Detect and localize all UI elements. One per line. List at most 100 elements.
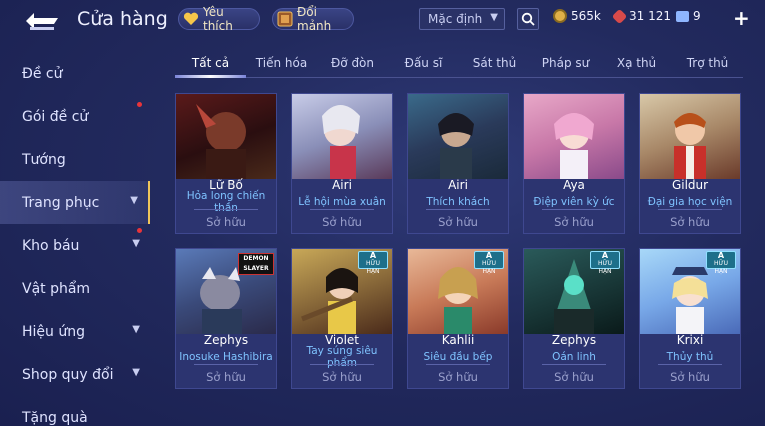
sidebar-item-label: Trang phục [22,194,100,211]
tab-support[interactable]: Trợ thủ [672,52,743,77]
sidebar-item-label: Tặng quà [22,409,88,426]
skin-name: Tay súng siêu phẩm [306,345,378,369]
sidebar-item-items[interactable]: Vật phẩm [0,267,150,310]
chevron-down-icon: ▼ [490,12,498,23]
sidebar-item-heroes[interactable]: Tướng [0,138,150,181]
sidebar: Đề cử Gói đề cử Tướng Trang phục ▼ Kho b… [0,52,150,426]
owned-status: Sở hữu [670,215,710,229]
category-tabs: Tất cả Tiến hóa Đỡ đòn Đấu sĩ Sát thủ Ph… [175,52,743,78]
divider [658,209,722,210]
notification-dot [137,228,142,233]
chevron-down-icon: ▼ [132,367,140,378]
tab-marksman[interactable]: Xạ thủ [601,52,672,77]
favorites-label: Yêu thích [203,5,233,33]
divider [194,209,258,210]
voucher-currency: 9 [676,9,701,23]
back-button[interactable] [20,8,62,34]
divider [426,209,490,210]
gold-coin-icon [553,9,567,23]
skin-name: Thích khách [426,196,490,208]
hero-name: Airi [332,178,352,192]
skin-card[interactable]: A HỮU HẠN Violet Tay súng siêu phẩm Sở hữ… [291,248,393,389]
sidebar-item-gift[interactable]: Tặng quà [0,396,150,426]
hero-name: Gildur [671,178,709,192]
skin-card[interactable]: A HỮU HẠN Kahlii Siêu đầu bếp Sở hữu [407,248,509,389]
skin-card[interactable]: Airi Lễ hội mùa xuân Sở hữu [291,93,393,234]
divider [194,364,258,365]
divider [310,364,374,365]
skin-name: Thủy thủ [666,351,714,363]
skin-name: Đại gia học viện [647,196,733,208]
divider [658,364,722,365]
limited-badge: A HỮU HẠN [358,251,388,275]
tab-all[interactable]: Tất cả [175,52,246,78]
owned-status: Sở hữu [206,215,246,229]
skin-artwork [176,94,276,179]
gold-currency: 565k [553,9,601,23]
divider [542,209,606,210]
sidebar-item-featured-bundles[interactable]: Gói đề cử [0,95,150,138]
fragment-icon [277,10,293,28]
tab-tank[interactable]: Đỡ đòn [317,52,388,77]
owned-status: Sở hữu [206,370,246,384]
tab-warrior[interactable]: Đấu sĩ [388,52,459,77]
skin-name: Inosuke Hashibira [179,351,273,363]
voucher-value: 9 [693,9,701,23]
gem-value: 31 121 [629,9,671,23]
favorites-button[interactable]: Yêu thích [178,5,260,33]
skin-name: Điệp viên kỳ ức [533,196,615,208]
demon-slayer-badge: DEMON SLAYER [238,253,274,275]
tab-mage[interactable]: Pháp sư [530,52,601,77]
skin-card[interactable]: Aya Điệp viên kỳ ức Sở hữu [523,93,625,234]
owned-status: Sở hữu [438,215,478,229]
owned-status: Sở hữu [554,370,594,384]
sidebar-item-label: Gói đề cử [22,108,89,125]
heart-icon [183,10,199,28]
sidebar-item-treasure[interactable]: Kho báu ▼ [0,224,150,267]
sidebar-item-skins[interactable]: Trang phục ▼ [0,181,150,224]
chevron-down-icon: ▼ [130,195,138,206]
search-icon [521,12,535,26]
chevron-down-icon: ▼ [132,324,140,335]
sidebar-item-effects[interactable]: Hiệu ứng ▼ [0,310,150,353]
skin-name: Hỏa long chiến thần [186,190,266,214]
page-title: Cửa hàng [77,8,168,30]
skin-artwork [292,94,392,179]
divider [426,364,490,365]
search-button[interactable] [517,8,539,30]
tab-assassin[interactable]: Sát thủ [459,52,530,77]
sidebar-item-label: Tướng [22,151,66,168]
limited-badge: A HỮU HẠN [590,251,620,275]
divider [310,209,374,210]
sort-select-value: Mặc định [428,12,483,26]
hero-name: Aya [563,178,585,192]
skin-card[interactable]: DEMON SLAYER Zephys Inosuke Hashibira Sở… [175,248,277,389]
sidebar-item-featured[interactable]: Đề cử [0,52,150,95]
add-currency-button[interactable]: + [733,6,750,30]
sidebar-item-label: Đề cử [22,65,63,82]
skin-card[interactable]: Gildur Đại gia học viện Sở hữu [639,93,741,234]
skin-artwork [524,94,624,179]
owned-status: Sở hữu [554,215,594,229]
skin-card[interactable]: Airi Thích khách Sở hữu [407,93,509,234]
limited-badge: A HỮU HẠN [706,251,736,275]
gem-currency: 31 121 [611,8,671,24]
sidebar-item-exchange-shop[interactable]: Shop quy đổi ▼ [0,353,150,396]
sidebar-item-label: Hiệu ứng [22,323,85,340]
exchange-button[interactable]: Đổi mảnh [272,5,354,33]
sidebar-item-label: Kho báu [22,237,80,254]
skin-artwork [408,94,508,179]
hero-name: Zephys [551,333,597,347]
sort-select[interactable]: Mặc định ▼ [419,8,505,30]
skin-card[interactable]: A HỮU HẠN Zephys Oán linh Sở hữu [523,248,625,389]
skin-name: Oán linh [552,351,596,363]
skin-card[interactable]: Lữ Bố Hỏa long chiến thần Sở hữu [175,93,277,234]
skin-card[interactable]: A HỮU HẠN Krixi Thủy thủ Sở hữu [639,248,741,389]
hero-name: Airi [448,178,468,192]
red-gem-icon [611,8,628,24]
divider [542,364,606,365]
tab-evolution[interactable]: Tiến hóa [246,52,317,77]
hero-name: Krixi [676,333,704,347]
skin-name: Lễ hội mùa xuân [298,196,386,208]
owned-status: Sở hữu [322,370,362,384]
